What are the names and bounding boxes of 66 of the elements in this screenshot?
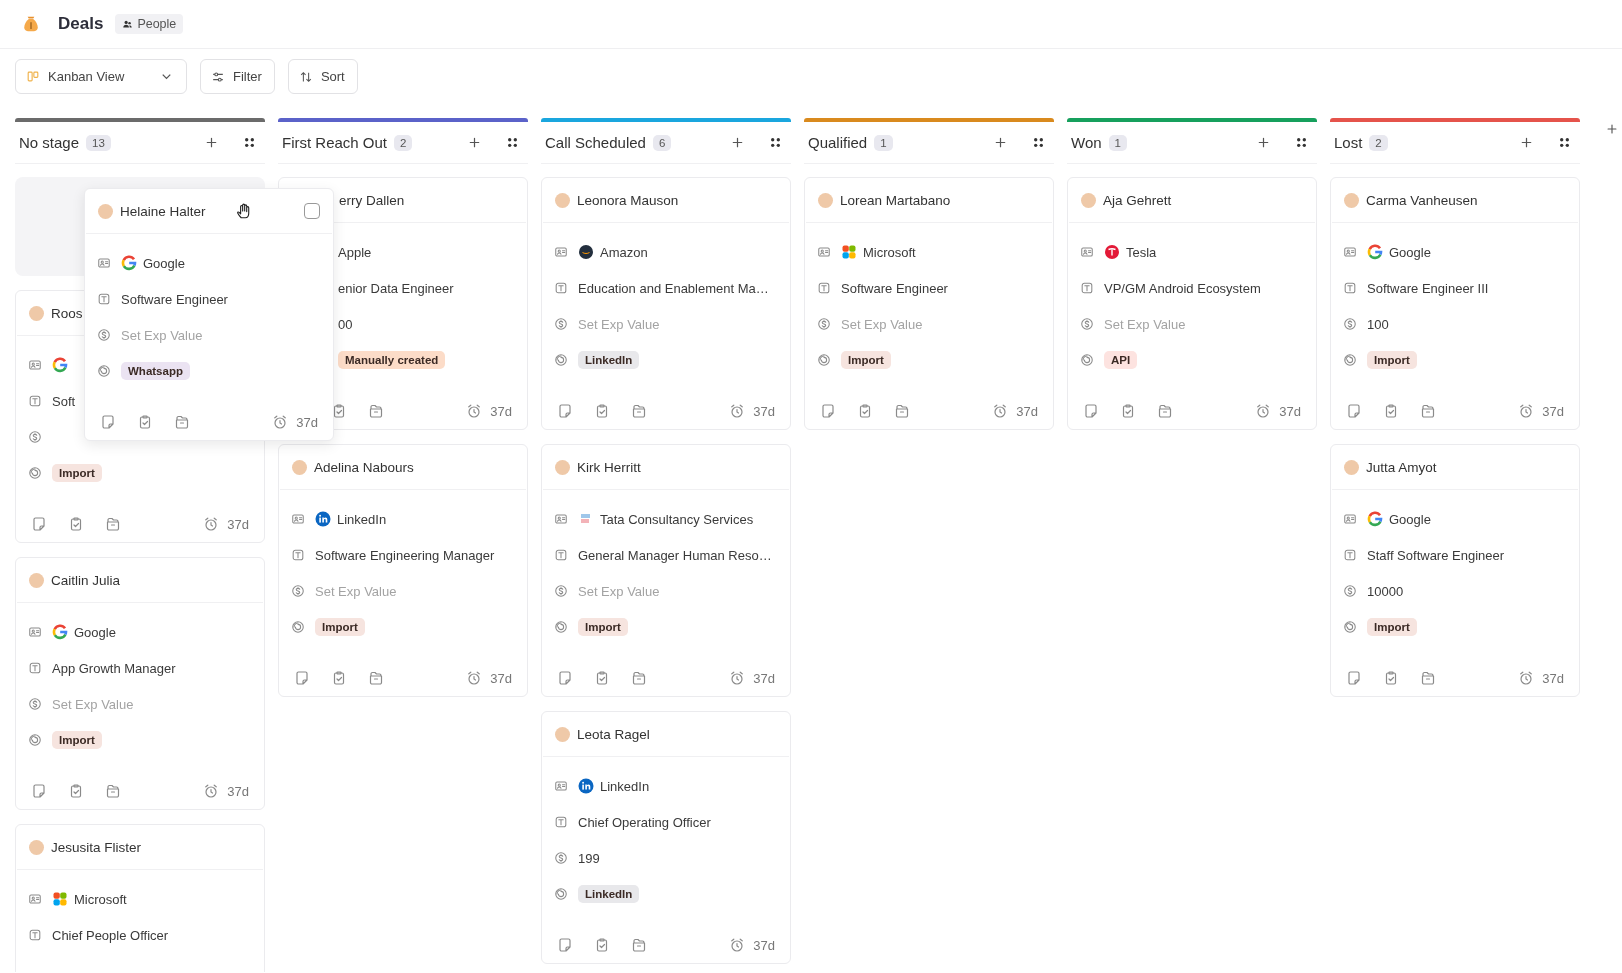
source-tag: Manually created: [338, 351, 446, 369]
age-text: 37d: [753, 403, 775, 419]
count-badge: 2: [394, 134, 413, 151]
deal-value: 100: [1367, 316, 1389, 332]
source-tag: API: [1104, 351, 1138, 369]
job-title: Soft: [52, 393, 76, 409]
company-name: Google: [74, 624, 116, 640]
source-tag: Whatsapp: [121, 362, 190, 380]
age-text: 37d: [1279, 403, 1301, 419]
company-name: LinkedIn: [337, 511, 387, 527]
job-title: Software Engineer III: [1367, 280, 1489, 296]
age-text: 37d: [1016, 403, 1038, 419]
page-title: Deals: [58, 14, 104, 34]
job-title: Software Engineer: [121, 291, 228, 307]
age-text: 37d: [1542, 670, 1564, 686]
column-title: Call Scheduled: [545, 134, 646, 151]
column-title: Qualified: [808, 134, 868, 151]
count-badge: 1: [1108, 134, 1127, 151]
source-tag: Import: [52, 731, 102, 749]
age-text: 37d: [753, 937, 775, 953]
source-tag: Import: [315, 618, 365, 636]
company-name: Amazon: [600, 244, 648, 260]
company-name: Apple: [338, 244, 372, 260]
job-title: Staff Software Engineer: [1367, 547, 1505, 563]
age-text: 37d: [227, 783, 249, 799]
deal-value: 10000: [1367, 583, 1404, 599]
source-tag: Import: [841, 351, 891, 369]
count-badge: 1: [874, 134, 893, 151]
company-name: Microsoft: [863, 244, 916, 260]
job-title: enior Data Engineer: [338, 280, 454, 296]
job-title: App Growth Manager: [52, 660, 176, 676]
job-title: VP/GM Android Ecosystem: [1104, 280, 1261, 296]
count-badge: 2: [1369, 134, 1388, 151]
job-title: Software Engineering Manager: [315, 547, 495, 563]
age-text: 37d: [490, 403, 512, 419]
job-title: General Manager Human Reso…: [578, 547, 772, 563]
age-text: 37d: [1542, 403, 1564, 419]
count-badge: 13: [86, 134, 111, 151]
age-text: 37d: [490, 670, 512, 686]
company-name: Google: [1389, 244, 1431, 260]
source-tag: LinkedIn: [578, 885, 640, 903]
company-name: LinkedIn: [600, 778, 650, 794]
source-tag: Import: [578, 618, 628, 636]
company-name: Microsoft: [74, 891, 127, 907]
column-title: First Reach Out: [282, 134, 388, 151]
age-text: 37d: [296, 414, 318, 430]
job-title: Education and Enablement Ma…: [578, 280, 769, 296]
job-title: Chief People Officer: [52, 927, 169, 943]
source-tag: Import: [1367, 618, 1417, 636]
source-tag: Import: [1367, 351, 1417, 369]
deal-value: 199: [578, 850, 600, 866]
column-title: Won: [1071, 134, 1102, 151]
source-tag: Import: [52, 464, 102, 482]
age-text: 37d: [753, 670, 775, 686]
company-name: Google: [143, 255, 185, 271]
job-title: Chief Operating Officer: [578, 814, 711, 830]
column-title: Lost: [1334, 134, 1363, 151]
source-tag: LinkedIn: [578, 351, 640, 369]
company-name: Tesla: [1126, 244, 1157, 260]
column-title: No stage: [19, 134, 80, 151]
deal-value: 00: [338, 316, 353, 332]
company-name: Google: [1389, 511, 1431, 527]
count-badge: 6: [652, 134, 672, 151]
age-text: 37d: [227, 516, 249, 532]
job-title: Software Engineer: [841, 280, 948, 296]
company-name: Tata Consultancy Services: [600, 511, 754, 527]
